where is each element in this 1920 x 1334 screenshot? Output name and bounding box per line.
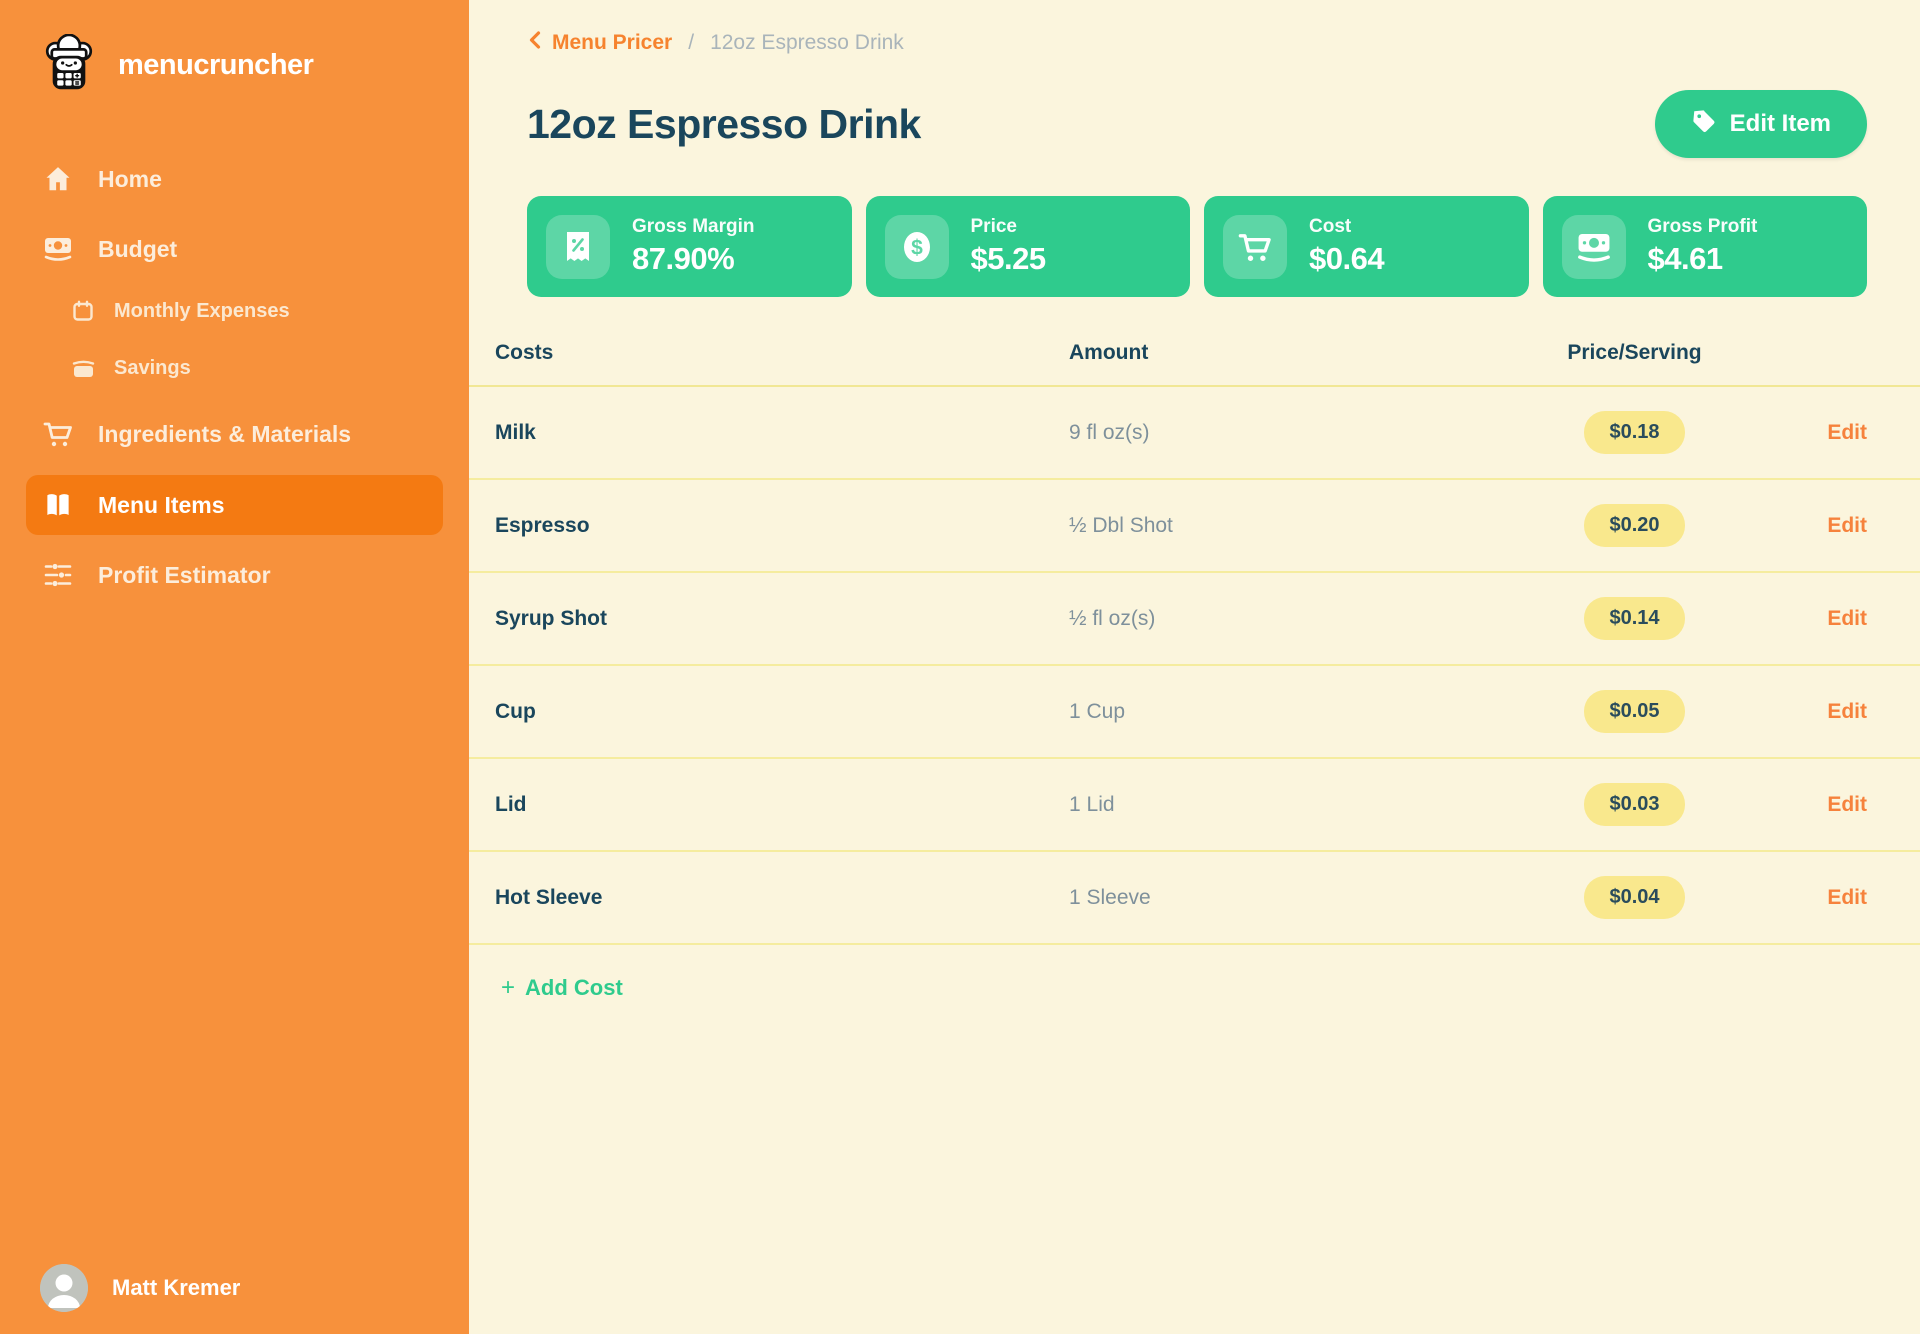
add-cost-label: Add Cost [525, 975, 623, 1000]
plus-icon: + [501, 974, 516, 1001]
price-badge: $0.05 [1584, 690, 1685, 733]
column-header-price-serving: Price/Serving [1567, 341, 1702, 364]
menucruncher-logo-icon [40, 33, 98, 97]
brand: menucruncher [0, 0, 469, 97]
sidebar-item-label: Monthly Expenses [114, 299, 290, 322]
sliders-icon [42, 560, 74, 590]
banknote-icon [42, 234, 74, 264]
stat-label: Cost [1309, 216, 1352, 237]
sidebar-item-home[interactable]: Home [26, 149, 443, 209]
user-name: Matt Kremer [112, 1275, 241, 1300]
edit-link[interactable]: Edit [1827, 793, 1867, 817]
home-icon [42, 164, 74, 194]
sidebar: menucruncher Home Budget Monthly Expense… [0, 0, 469, 1334]
sidebar-item-label: Home [98, 165, 162, 192]
cart-icon [42, 418, 74, 450]
edit-item-button[interactable]: Edit Item [1654, 90, 1867, 158]
column-header-amount: Amount [1069, 341, 1149, 364]
stat-value: $0.64 [1309, 241, 1385, 276]
stat-label: Gross Profit [1647, 216, 1758, 237]
stat-card-gross-profit: Gross Profit $4.61 [1542, 196, 1867, 297]
stat-card-gross-margin: Gross Margin 87.90% [527, 196, 852, 297]
sidebar-item-label: Savings [114, 356, 191, 379]
stat-label: Price [970, 216, 1017, 237]
sidebar-item-budget[interactable]: Budget [26, 219, 443, 279]
edit-link[interactable]: Edit [1827, 886, 1867, 910]
edit-item-label: Edit Item [1729, 110, 1831, 137]
cost-amount: 1 Cup [1069, 699, 1126, 723]
stat-value: $5.25 [970, 241, 1047, 276]
cost-amount: 9 fl oz(s) [1069, 420, 1150, 444]
sidebar-item-ingredients-materials[interactable]: Ingredients & Materials [26, 403, 443, 465]
tag-icon [1691, 108, 1717, 141]
table-row: Hot Sleeve 1 Sleeve $0.04 Edit [469, 852, 1920, 945]
open-book-icon [42, 490, 74, 520]
sidebar-item-menu-items[interactable]: Menu Items [26, 475, 443, 535]
sidebar-item-monthly-expenses[interactable]: Monthly Expenses [26, 289, 443, 333]
add-cost-button[interactable]: + Add Cost [501, 975, 1920, 1001]
price-badge: $0.03 [1584, 783, 1685, 826]
avatar [40, 1264, 88, 1312]
cost-name: Milk [495, 420, 536, 444]
breadcrumb-back-label: Menu Pricer [552, 31, 673, 54]
stat-label: Gross Margin [632, 216, 755, 237]
sidebar-item-savings[interactable]: Savings [26, 346, 443, 390]
stat-value: 87.90% [632, 241, 735, 276]
sidebar-item-label: Menu Items [98, 491, 225, 518]
svg-text:$: $ [911, 236, 923, 259]
price-badge: $0.04 [1584, 876, 1685, 919]
cost-name: Espresso [495, 513, 590, 537]
costs-table: Costs Amount Price/Serving Milk 9 fl oz(… [469, 341, 1920, 1001]
cost-name: Syrup Shot [495, 606, 608, 630]
breadcrumb-separator: / [688, 31, 695, 54]
column-header-costs: Costs [495, 341, 554, 364]
dollar-coin-icon: $ [884, 214, 949, 279]
table-row: Lid 1 Lid $0.03 Edit [469, 759, 1920, 852]
main-content: Menu Pricer / 12oz Espresso Drink 12oz E… [469, 0, 1920, 1334]
breadcrumb: Menu Pricer / 12oz Espresso Drink [469, 30, 1920, 56]
cost-amount: ½ Dbl Shot [1069, 513, 1173, 537]
page-title: 12oz Espresso Drink [527, 100, 921, 147]
costs-table-header: Costs Amount Price/Serving [469, 341, 1920, 387]
cost-amount: ½ fl oz(s) [1069, 606, 1156, 630]
chevron-left-icon [527, 30, 543, 56]
stat-cards: Gross Margin 87.90% $ Price $5.25 Cost $… [469, 196, 1920, 297]
price-badge: $0.14 [1584, 597, 1685, 640]
edit-link[interactable]: Edit [1827, 421, 1867, 445]
sidebar-nav: Home Budget Monthly Expenses Savings Ing… [0, 149, 469, 605]
cost-name: Hot Sleeve [495, 885, 603, 909]
table-row: Syrup Shot ½ fl oz(s) $0.14 Edit [469, 573, 1920, 666]
sidebar-item-label: Budget [98, 235, 178, 262]
receipt-percent-icon [546, 214, 610, 279]
table-row: Cup 1 Cup $0.05 Edit [469, 666, 1920, 759]
cart-icon [1223, 214, 1287, 279]
cost-name: Cup [495, 699, 536, 723]
price-badge: $0.18 [1584, 411, 1685, 454]
table-row: Espresso ½ Dbl Shot $0.20 Edit [469, 480, 1920, 573]
stat-card-price: $ Price $5.25 [865, 196, 1190, 297]
user-menu[interactable]: Matt Kremer [40, 1264, 240, 1312]
cost-amount: 1 Lid [1069, 792, 1115, 816]
sidebar-item-label: Ingredients & Materials [98, 420, 352, 447]
sidebar-item-profit-estimator[interactable]: Profit Estimator [26, 545, 443, 605]
edit-link[interactable]: Edit [1827, 700, 1867, 724]
sidebar-item-label: Profit Estimator [98, 561, 271, 588]
calendar-icon [70, 299, 96, 323]
breadcrumb-back-link[interactable]: Menu Pricer [527, 30, 672, 56]
stat-card-cost: Cost $0.64 [1204, 196, 1529, 297]
wallet-icon [70, 356, 96, 380]
cost-name: Lid [495, 792, 527, 816]
table-row: Milk 9 fl oz(s) $0.18 Edit [469, 387, 1920, 480]
edit-link[interactable]: Edit [1827, 607, 1867, 631]
app-name: menucruncher [118, 49, 314, 81]
price-badge: $0.20 [1584, 504, 1685, 547]
breadcrumb-current: 12oz Espresso Drink [710, 31, 904, 54]
banknote-icon [1561, 214, 1626, 279]
cost-amount: 1 Sleeve [1069, 885, 1151, 909]
edit-link[interactable]: Edit [1827, 514, 1867, 538]
stat-value: $4.61 [1647, 241, 1724, 276]
